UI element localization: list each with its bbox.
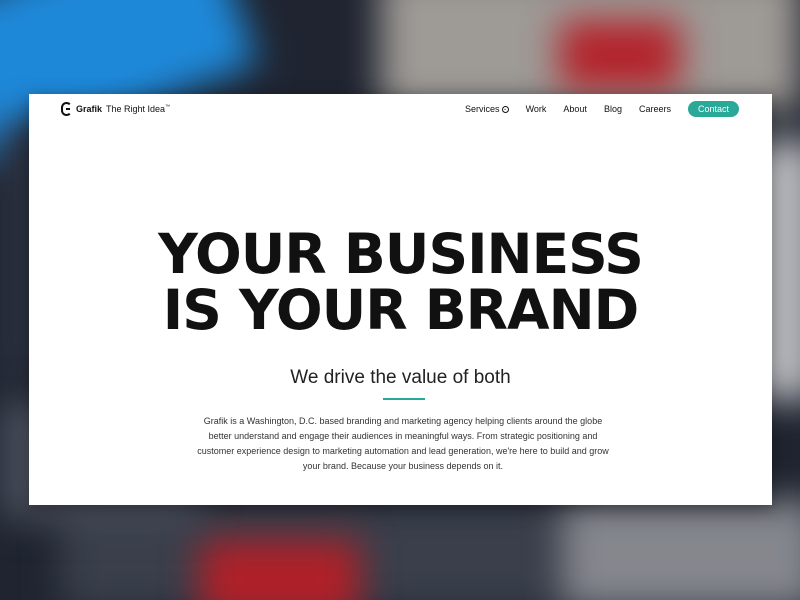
hero-subheadline: We drive the value of both: [290, 367, 511, 388]
brand-logo[interactable]: Grafik The Right Idea™: [61, 102, 170, 116]
nav-item-services[interactable]: Services ⌄: [465, 104, 509, 114]
accent-divider: [383, 398, 425, 400]
hero-body-text: Grafik is a Washington, D.C. based brand…: [197, 416, 609, 471]
main-menu: Services ⌄ Work About Blog Careers Conta…: [465, 101, 739, 117]
nav-item-careers[interactable]: Careers: [639, 104, 671, 114]
headline-line-1: YOUR BUSINESS: [158, 222, 644, 286]
nav-item-about[interactable]: About: [563, 104, 587, 114]
chevron-down-icon: ⌄: [501, 105, 509, 113]
hero-headline: YOUR BUSINESS IS YOUR BRAND: [29, 226, 772, 338]
nav-item-work[interactable]: Work: [526, 104, 547, 114]
brand-name: Grafik: [76, 104, 103, 114]
contact-button[interactable]: Contact: [687, 101, 739, 117]
brand-tagline: The Right Idea™: [106, 104, 171, 114]
grafik-logo-icon: [61, 102, 72, 116]
nav-services-label: Services: [465, 104, 500, 114]
trademark-symbol: ™: [165, 104, 171, 110]
headline-line-2: IS YOUR BRAND: [162, 278, 640, 342]
nav-item-blog[interactable]: Blog: [604, 104, 622, 114]
website-card: Grafik The Right Idea™ Services ⌄ Work A…: [29, 94, 772, 505]
top-navigation: Grafik The Right Idea™ Services ⌄ Work A…: [29, 94, 772, 126]
